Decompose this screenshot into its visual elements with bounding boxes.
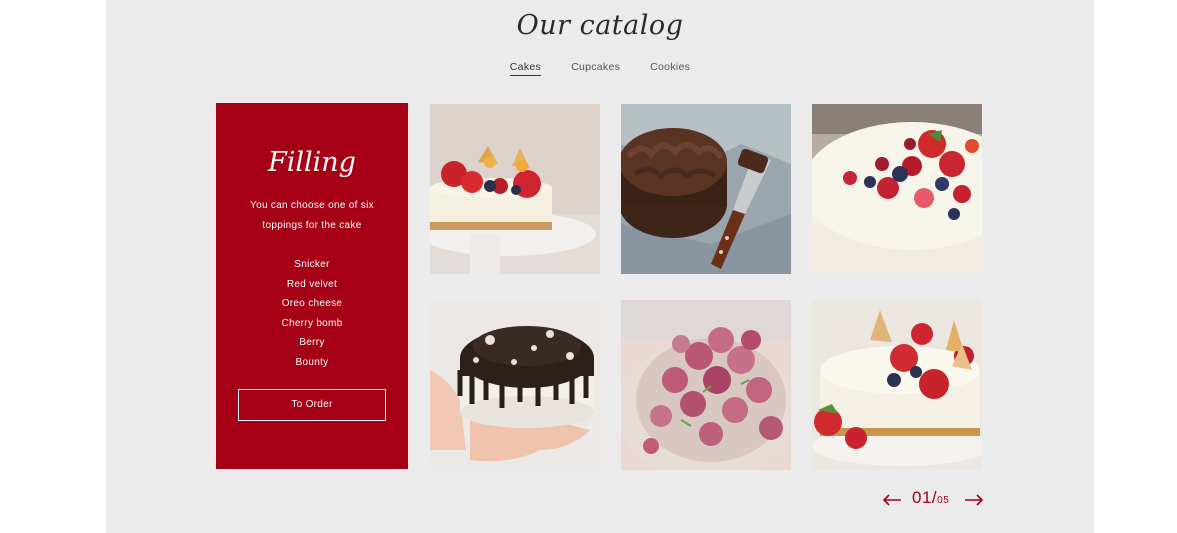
oreo-drip-cake-image[interactable] [430, 300, 600, 470]
topping-item: Cherry bomb [281, 317, 343, 329]
filling-title: Filling [268, 147, 356, 178]
strawberry-physalis-cake-image[interactable] [812, 300, 982, 470]
pagination: 01/05 [882, 488, 987, 512]
filling-panel: Filling You can choose one of six toppin… [216, 103, 408, 469]
topping-item: Bounty [295, 356, 329, 368]
page-current: 01 [912, 488, 932, 507]
toppings-list: Snicker Red velvet Oreo cheese Cherry bo… [216, 255, 408, 373]
arrow-right-icon[interactable] [964, 494, 984, 506]
tab-cakes[interactable]: Cakes [509, 61, 542, 76]
topping-item: Berry [299, 337, 325, 349]
catalog-section: Our catalog Cakes Cupcakes Cookies Filli… [106, 0, 1094, 533]
tab-cookies[interactable]: Cookies [650, 61, 690, 76]
chocolate-cake-image[interactable] [621, 104, 791, 274]
cheesecake-strawberry-image[interactable] [430, 104, 600, 274]
topping-item: Oreo cheese [281, 298, 343, 310]
page-counter: 01/05 [912, 488, 949, 508]
filling-description: You can choose one of six toppings for t… [250, 200, 374, 231]
arrow-left-icon[interactable] [882, 494, 902, 506]
page-total: 05 [937, 495, 950, 506]
topping-item: Snicker [294, 259, 330, 270]
berry-cheesecake-image[interactable] [812, 104, 982, 274]
topping-item: Red velvet [286, 278, 338, 290]
to-order-button[interactable]: To Order [238, 388, 386, 421]
page-title: Our catalog [516, 10, 684, 41]
raspberry-pavlova-image[interactable] [621, 300, 791, 470]
category-tabs: Cakes Cupcakes Cookies [106, 61, 1094, 76]
tab-cupcakes[interactable]: Cupcakes [571, 61, 620, 76]
